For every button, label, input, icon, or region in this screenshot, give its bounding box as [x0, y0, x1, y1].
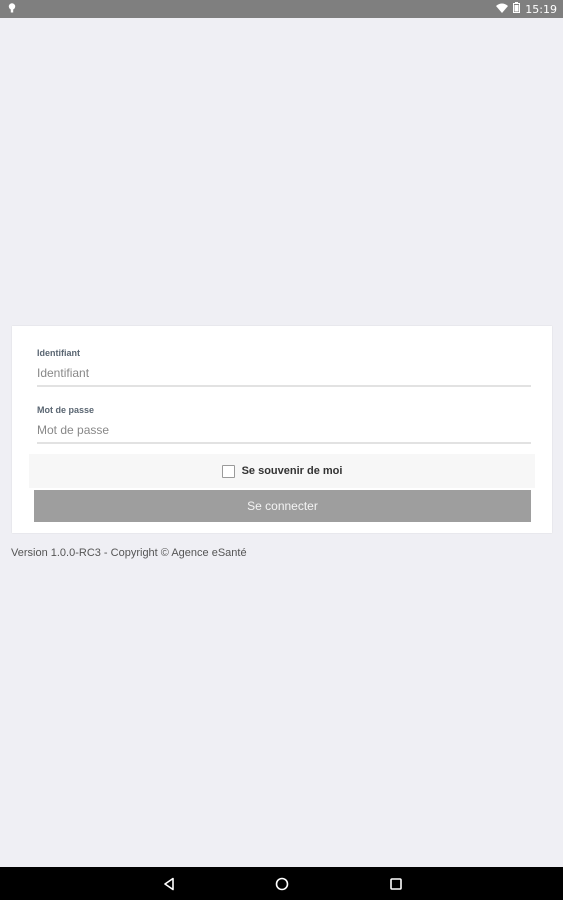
username-input[interactable]: [37, 363, 531, 383]
remember-me-label[interactable]: Se souvenir de moi: [242, 465, 343, 477]
battery-icon: [513, 2, 521, 16]
home-icon[interactable]: [273, 875, 291, 893]
version-text: Version 1.0.0-RC3 - Copyright © Agence e…: [11, 547, 247, 559]
password-input[interactable]: [37, 420, 531, 440]
navigation-bar: [0, 867, 563, 900]
remember-me-checkbox[interactable]: [221, 464, 235, 478]
status-left: [0, 2, 16, 16]
login-button[interactable]: Se connecter: [34, 490, 531, 522]
wifi-icon: [496, 3, 509, 16]
password-underline: [37, 442, 531, 444]
status-right: 15:19: [496, 2, 563, 16]
status-bar: 15:19: [0, 0, 563, 18]
username-underline: [37, 385, 531, 387]
username-label: Identifiant: [37, 348, 80, 358]
remember-me-row[interactable]: Se souvenir de moi: [29, 454, 535, 488]
notification-bulb-icon: [8, 2, 16, 16]
status-time: 15:19: [525, 2, 557, 16]
login-card: Identifiant Mot de passe Se souvenir de …: [12, 326, 552, 533]
back-icon[interactable]: [160, 875, 178, 893]
password-label: Mot de passe: [37, 405, 95, 415]
recents-icon[interactable]: [387, 875, 405, 893]
